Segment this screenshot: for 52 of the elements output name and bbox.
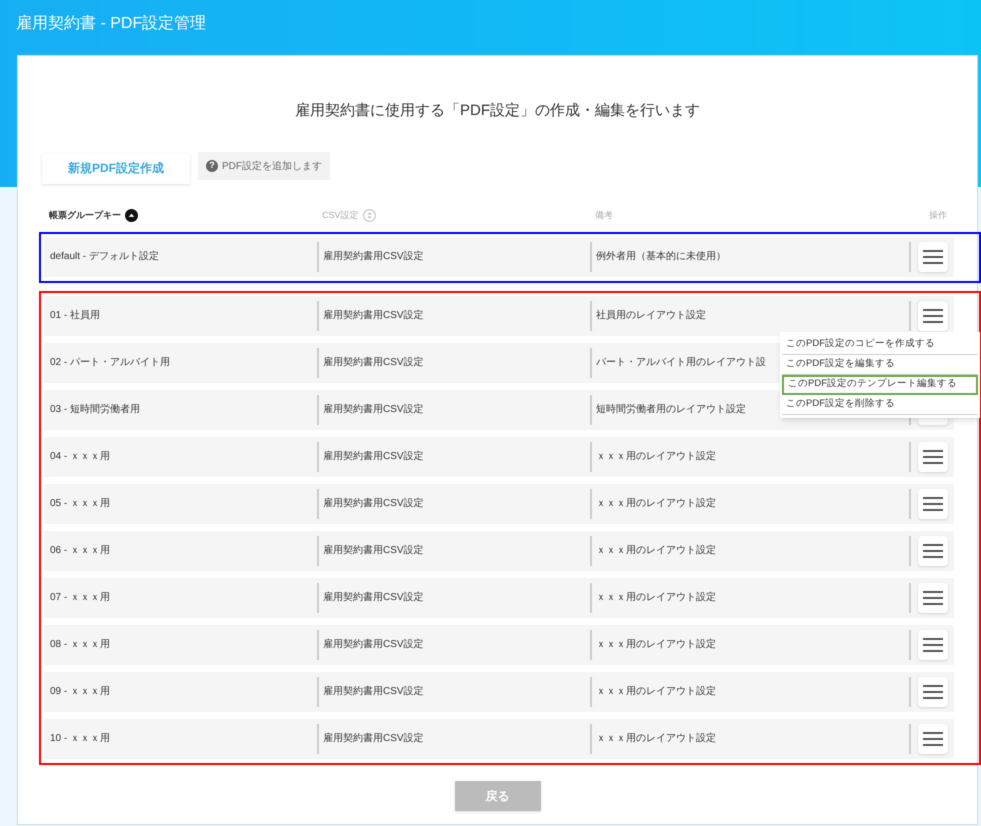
table-cell: 05 - ｘｘｘ用	[50, 498, 110, 509]
table-cell-text: 社員用のレイアウト設定	[596, 308, 706, 323]
table-cell-text: ｘｘｘ用のレイアウト設定	[596, 544, 716, 558]
menu-button[interactable]	[918, 630, 948, 660]
table-cell: 03 - 短時間労働者用	[50, 404, 140, 415]
table-cell-text: 雇用契約書用CSV設定	[323, 496, 424, 511]
table-cell: 04 - ｘｘｘ用	[50, 451, 110, 462]
table-cell-text: 雇用契約書用CSV設定	[323, 590, 424, 605]
table-cell-text: 例外者用（基本的に未使用）	[596, 250, 726, 264]
menu-item[interactable]: このPDF設定を削除する	[782, 394, 978, 414]
window-title: 雇用契約書 - PDF設定管理	[16, 14, 206, 34]
table-cell-text: 雇用契約書用CSV設定	[323, 450, 424, 464]
menu-button[interactable]	[918, 300, 948, 330]
table-cell-text: ｘｘｘ用のレイアウト設定	[596, 638, 716, 652]
table-cell-text: 雇用契約書用CSV設定	[323, 356, 424, 370]
table-cell-text: ｘｘｘ用のレイアウト設定	[596, 450, 716, 464]
table-cell-text: 雇用契約書用CSV設定	[323, 732, 424, 746]
table-cell-text: 雇用契約書用CSV設定	[323, 250, 424, 264]
table-cell-text: ｘｘｘ用のレイアウト設定	[596, 732, 716, 746]
table-cell: 07 - ｘｘｘ用	[50, 592, 110, 603]
table-cell-text: ｘｘｘ用のレイアウト設定	[596, 496, 716, 511]
table-cell: 09 - ｘｘｘ用	[50, 686, 110, 697]
table-cell: 06 - ｘｘｘ用	[50, 545, 110, 556]
help-icon: ?	[206, 160, 218, 172]
column-header[interactable]: 帳票グループキー	[49, 208, 121, 222]
menu-item[interactable]: このPDF設定を編集する	[782, 354, 978, 374]
table-cell-text: 雇用契約書用CSV設定	[323, 402, 424, 417]
menu-button[interactable]	[918, 582, 948, 612]
table-cell-text: ｘｘｘ用のレイアウト設定	[596, 684, 716, 699]
table-cell: default - デフォルト設定	[50, 251, 159, 262]
menu-button[interactable]	[918, 488, 948, 518]
table-cell-text: パート・アルバイト用のレイアウト設	[596, 356, 766, 370]
menu-button[interactable]	[918, 442, 948, 472]
menu-button[interactable]	[918, 676, 948, 706]
table-cell: 02 - パート・アルバイト用	[50, 357, 170, 368]
table-cell-text: 雇用契約書用CSV設定	[323, 684, 424, 699]
menu-button[interactable]	[918, 242, 948, 272]
table-cell-text: ｘｘｘ用のレイアウト設定	[596, 590, 716, 605]
table-cell: 10 - ｘｘｘ用	[50, 733, 110, 744]
table-cell: 01 - 社員用	[50, 310, 100, 321]
menu-button[interactable]	[918, 724, 948, 754]
help-text: PDF設定を追加します	[222, 160, 322, 174]
table-cell-text: 雇用契約書用CSV設定	[323, 544, 424, 558]
table-cell-text: 雇用契約書用CSV設定	[323, 308, 424, 323]
menu-button[interactable]	[918, 536, 948, 566]
sort-icon[interactable]	[125, 209, 138, 222]
menu-item[interactable]: このPDF設定のテンプレート編集する	[782, 374, 978, 394]
page-heading: 雇用契約書に使用する「PDF設定」の作成・編集を行います	[294, 101, 701, 121]
table-cell: 08 - ｘｘｘ用	[50, 639, 110, 650]
table-cell-text: 短時間労働者用のレイアウト設定	[596, 402, 746, 417]
menu-item[interactable]: このPDF設定のコピーを作成する	[782, 334, 978, 354]
table-cell-text: 雇用契約書用CSV設定	[323, 638, 424, 652]
